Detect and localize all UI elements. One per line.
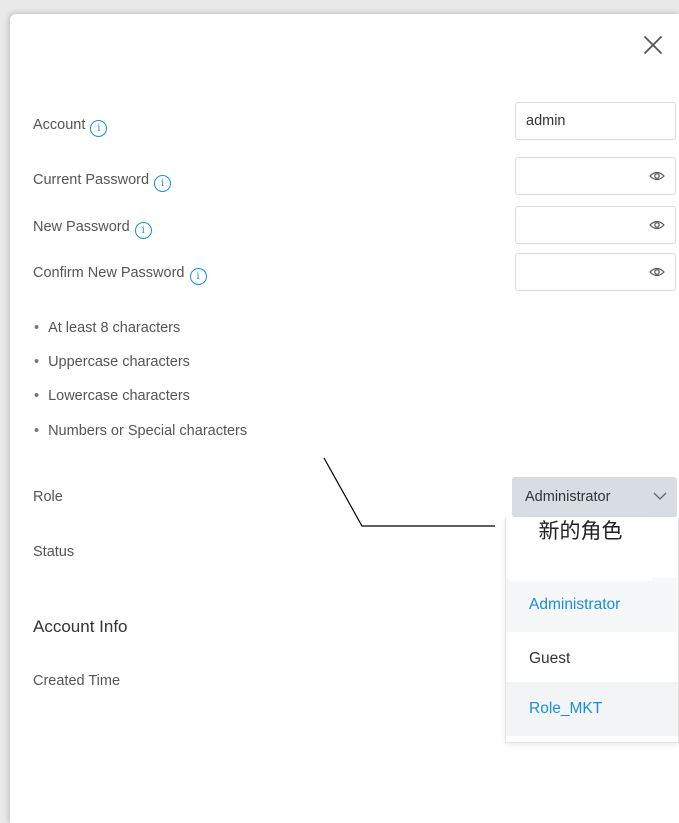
- created-time-label: Created Time: [33, 673, 121, 689]
- new-password-label: New Password i: [33, 219, 152, 239]
- info-icon[interactable]: i: [134, 222, 152, 239]
- account-label: Account i: [33, 117, 108, 137]
- new-password-input[interactable]: [516, 207, 646, 243]
- status-label: Status: [33, 544, 75, 560]
- role-option-administrator[interactable]: Administrator: [506, 578, 678, 632]
- confirm-password-label: Confirm New Password i: [33, 265, 207, 285]
- close-icon[interactable]: [642, 34, 666, 58]
- role-select[interactable]: Administrator: [512, 477, 677, 517]
- role-option-guest[interactable]: Guest: [506, 632, 678, 686]
- annotation-label: 新的角色: [509, 517, 652, 581]
- info-icon[interactable]: i: [189, 268, 207, 285]
- confirm-password-input[interactable]: [516, 254, 646, 290]
- new-password-field[interactable]: [515, 206, 676, 244]
- password-rule: • Lowercase characters: [34, 388, 190, 404]
- account-input[interactable]: [516, 103, 646, 139]
- password-rule: • Uppercase characters: [34, 354, 190, 370]
- chevron-down-icon: [653, 492, 667, 500]
- section-title-account-info: Account Info: [33, 617, 128, 636]
- current-password-field[interactable]: [515, 157, 676, 195]
- role-option-role-mkt[interactable]: Role_MKT: [506, 682, 678, 736]
- eye-icon[interactable]: [649, 170, 665, 182]
- eye-icon[interactable]: [649, 219, 665, 231]
- account-field[interactable]: [515, 102, 676, 140]
- role-label: Role: [33, 489, 63, 505]
- password-rule: • Numbers or Special characters: [34, 423, 248, 439]
- password-rule: • At least 8 characters: [34, 320, 181, 336]
- role-selected-value: Administrator: [525, 489, 611, 505]
- current-password-input[interactable]: [516, 158, 646, 194]
- confirm-password-field[interactable]: [515, 253, 676, 291]
- info-icon[interactable]: i: [154, 175, 172, 192]
- current-password-label: Current Password i: [33, 172, 172, 192]
- eye-icon[interactable]: [649, 266, 665, 278]
- info-icon[interactable]: i: [90, 120, 108, 137]
